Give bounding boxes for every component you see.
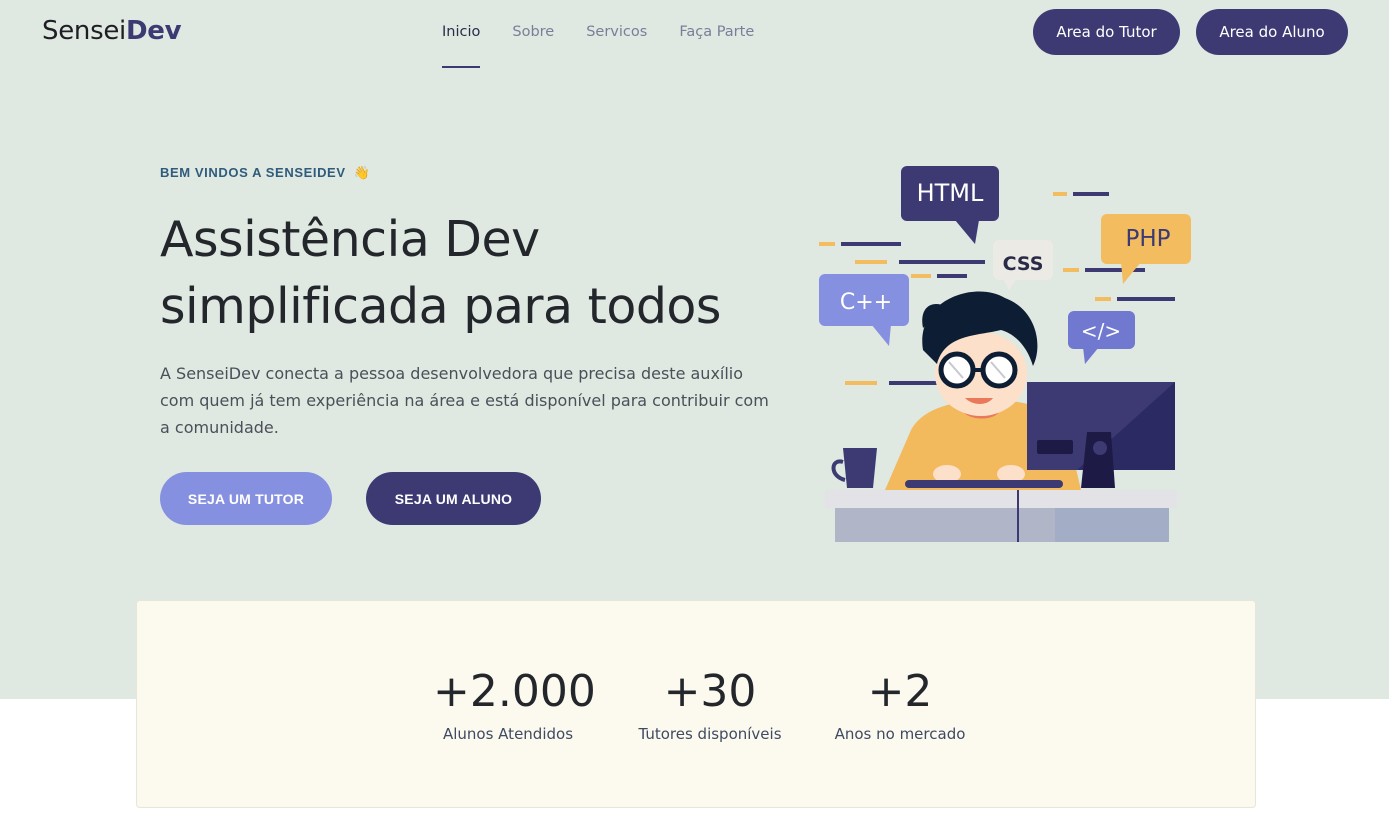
stats-card: +2.000 Alunos Atendidos +30 Tutores disp… bbox=[136, 600, 1256, 808]
html-tag-bubble: HTML bbox=[901, 166, 999, 244]
stat-value: +2.000 bbox=[433, 666, 596, 717]
developer-illustration: HTML CSS PHP C++ </> bbox=[815, 160, 1195, 550]
seja-um-tutor-button[interactable]: SEJA UM TUTOR bbox=[160, 472, 332, 525]
developer-illustration-svg: HTML CSS PHP C++ </> bbox=[819, 166, 1191, 542]
stat-value: +2 bbox=[867, 666, 933, 717]
hero-eyebrow: BEM VINDOS A SENSEIDEV 👋 bbox=[160, 165, 371, 181]
code-tag-label: </> bbox=[1081, 319, 1121, 343]
stat-label: Tutores disponíveis bbox=[638, 725, 782, 743]
brand-logo[interactable]: SenseiDev bbox=[42, 16, 182, 46]
nav-link-servicos[interactable]: Servicos bbox=[586, 0, 647, 68]
navbar: SenseiDev Inicio Sobre Servicos Faça Par… bbox=[0, 0, 1389, 68]
html-tag-label: HTML bbox=[917, 179, 984, 207]
stat-label: Alunos Atendidos bbox=[442, 725, 574, 743]
cpp-tag-bubble: C++ bbox=[819, 274, 909, 346]
nav-link-sobre[interactable]: Sobre bbox=[512, 0, 554, 68]
stat-anos: +2 Anos no mercado bbox=[825, 663, 975, 743]
stat-value: +30 bbox=[663, 666, 757, 717]
brand-suffix: Dev bbox=[125, 16, 182, 46]
main-nav: Inicio Sobre Servicos Faça Parte bbox=[442, 0, 786, 68]
seja-um-aluno-button[interactable]: SEJA UM ALUNO bbox=[366, 472, 541, 525]
eyebrow-text: BEM VINDOS A SENSEIDEV bbox=[160, 165, 346, 180]
hero-headline: Assistência Dev simplificada para todos bbox=[160, 211, 721, 335]
brand-prefix: Sensei bbox=[42, 16, 126, 46]
code-tag-bubble: </> bbox=[1068, 311, 1135, 364]
waving-hand-icon: 👋 bbox=[353, 165, 371, 180]
area-do-tutor-button[interactable]: Area do Tutor bbox=[1033, 9, 1180, 55]
hero-description: A SenseiDev conecta a pessoa desenvolved… bbox=[160, 364, 769, 437]
cpp-tag-label: C++ bbox=[840, 290, 892, 315]
nav-link-inicio[interactable]: Inicio bbox=[442, 0, 481, 68]
css-tag-bubble: CSS bbox=[993, 240, 1053, 290]
coffee-mug-icon bbox=[831, 448, 877, 488]
stat-alunos: +2.000 Alunos Atendidos bbox=[433, 663, 596, 743]
php-tag-label: PHP bbox=[1125, 226, 1170, 252]
area-do-aluno-button[interactable]: Area do Aluno bbox=[1196, 9, 1348, 55]
stat-tutores: +30 Tutores disponíveis bbox=[635, 663, 785, 743]
php-tag-bubble: PHP bbox=[1101, 214, 1191, 284]
css-tag-label: CSS bbox=[1003, 253, 1044, 275]
nav-link-faca-parte[interactable]: Faça Parte bbox=[679, 0, 754, 68]
desk bbox=[825, 486, 1177, 542]
stat-label: Anos no mercado bbox=[834, 725, 966, 743]
